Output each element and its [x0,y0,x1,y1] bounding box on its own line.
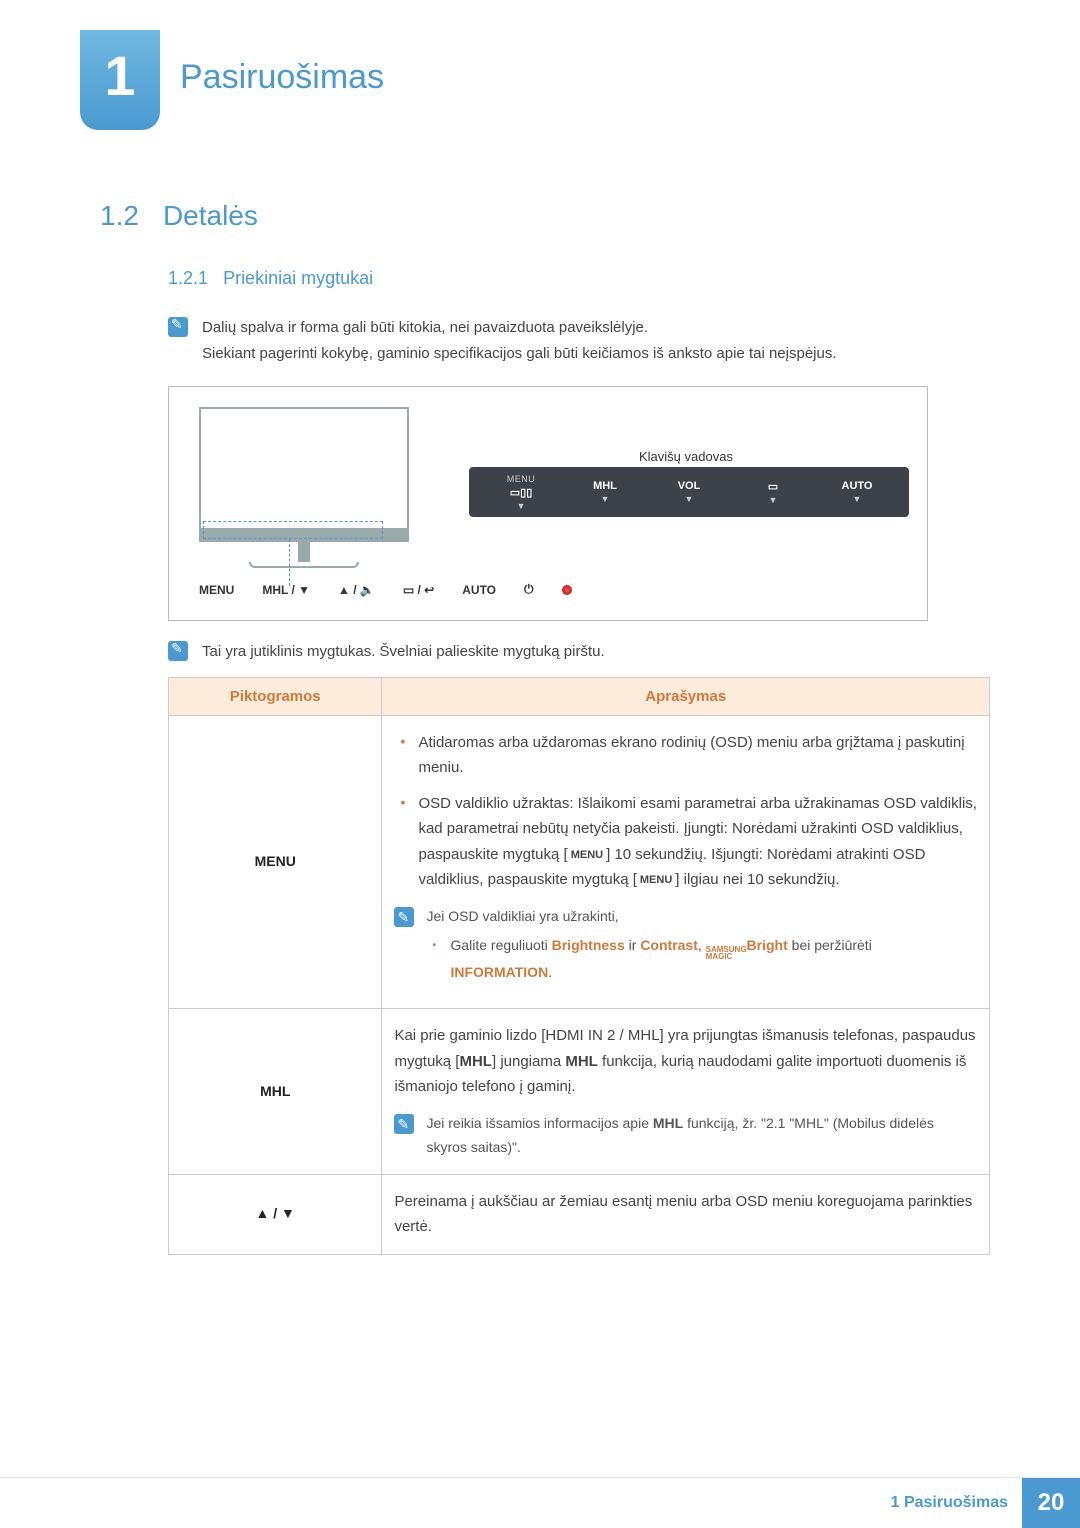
subsection-number: 1.2.1 [168,268,208,288]
note-icon [168,317,188,337]
btn-vol: ▲ / 🔈 [338,583,375,597]
note-block: Dalių spalva ir forma gali būti kitokia,… [168,315,990,366]
table-row: MHL Kai prie gaminio lizdo [HDMI IN 2 / … [169,1009,990,1174]
osd-mhl-label: MHL [593,480,617,492]
callout-box [203,521,383,539]
btn-source: ▭ / ↩ [403,583,434,597]
page-number: 20 [1022,1478,1080,1528]
osd-vol-label: VOL [678,480,701,492]
inner-note: Jei OSD valdikliai yra užrakinti, Galite… [394,905,977,995]
cell-desc-menu: Atidaromas arba uždaromas ekrano rodinių… [382,715,990,1009]
subsection-title: Priekiniai mygtukai [223,268,373,288]
section-heading: 1.2 Detalės [80,200,1000,232]
osd-auto: AUTO ▼ [815,480,899,504]
section-number: 1.2 [100,200,139,232]
osd-source-icon: ▭ [768,480,778,493]
btn-auto: AUTO [462,583,496,597]
physical-button-row: MENU MHL / ▼ ▲ / 🔈 ▭ / ↩ AUTO ⏻ [199,582,572,597]
btn-power-icon: ⏻ [524,582,534,597]
cell-desc-arrows: Pereinama į aukščiau ar žemiau esantį me… [382,1174,990,1254]
power-led-icon [562,585,572,595]
osd-menu: MENU ▭▯▯ ▼ [479,474,563,511]
th-desc: Aprašymas [382,677,990,715]
osd-vol: VOL ▼ [647,480,731,504]
samsung-magic-icon: SAMSUNGMAGIC [706,946,747,960]
monitor-illustration [199,407,409,568]
osd-key-guide: MENU ▭▯▯ ▼ MHL ▼ VOL ▼ ▭ ▼ AUTO ▼ [469,467,909,517]
bullet: Galite reguliuoti Brightness ir Contrast… [432,934,977,984]
page-footer: 1 Pasiruošimas 20 [0,1477,1080,1527]
inner-note: Jei reikia išsamios informacijos apie MH… [394,1112,977,1160]
note-icon [394,907,414,927]
osd-menu-label: MENU [507,474,536,484]
note-line: Dalių spalva ir forma gali būti kitokia,… [202,315,837,341]
btn-menu: MENU [199,583,234,597]
osd-mhl: MHL ▼ [563,480,647,504]
osd-auto-label: AUTO [842,480,873,492]
bullet: Atidaromas arba uždaromas ekrano rodinių… [400,730,977,781]
th-icons: Piktogramos [169,677,382,715]
inner-note-head: Jei OSD valdikliai yra užrakinti, [426,905,977,929]
cell-icon-menu: MENU [169,715,382,1009]
note-icon [394,1114,414,1134]
front-buttons-diagram: Klavišų vadovas MENU ▭▯▯ ▼ MHL ▼ VOL ▼ ▭… [168,386,928,621]
chapter-header: 1 Pasiruošimas [80,30,1000,130]
chapter-number-badge: 1 [80,30,160,130]
cell-icon-mhl: MHL [169,1009,382,1174]
cell-icon-arrows: ▲ / ▼ [169,1174,382,1254]
note-text: Dalių spalva ir forma gali būti kitokia,… [202,315,837,366]
osd-menu-icon: ▭▯▯ [510,486,533,499]
note-icon [168,641,188,661]
cell-desc-mhl: Kai prie gaminio lizdo [HDMI IN 2 / MHL]… [382,1009,990,1174]
table-row: ▲ / ▼ Pereinama į aukščiau ar žemiau esa… [169,1174,990,1254]
bullet: OSD valdiklio užraktas: Išlaikomi esami … [400,791,977,893]
key-guide-label: Klavišų vadovas [639,449,733,464]
note-block: Tai yra jutiklinis mygtukas. Švelniai pa… [168,639,990,665]
footer-chapter-label: 1 Pasiruošimas [891,1494,1008,1512]
button-description-table: Piktogramos Aprašymas MENU Atidaromas ar… [168,677,990,1255]
callout-line [289,539,290,586]
chapter-title: Pasiruošimas [180,58,384,97]
note-line: Siekiant pagerinti kokybę, gaminio speci… [202,341,837,367]
note-text: Tai yra jutiklinis mygtukas. Švelniai pa… [202,639,605,665]
osd-source: ▭ ▼ [731,480,815,505]
table-row: MENU Atidaromas arba uždaromas ekrano ro… [169,715,990,1009]
btn-mhl: MHL / ▼ [262,583,310,597]
section-title: Detalės [163,200,258,232]
subsection-heading: 1.2.1 Priekiniai mygtukai [80,268,1000,289]
